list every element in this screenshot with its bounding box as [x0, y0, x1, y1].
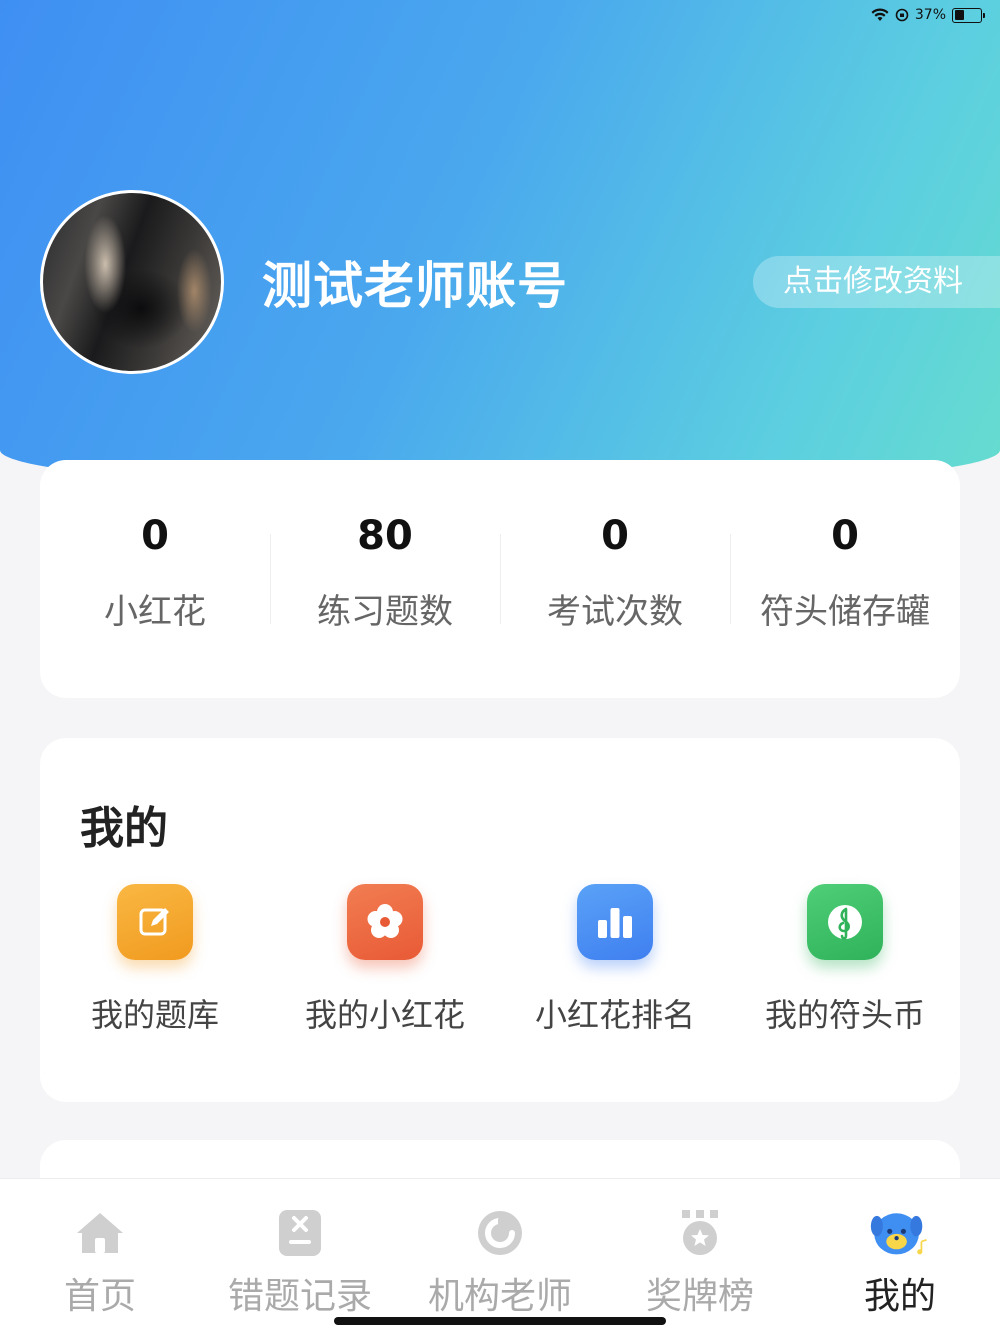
edit-profile-button[interactable]: 点击修改资料: [753, 256, 1000, 308]
tab-bar: 首页 错题记录 机构老师 奖牌榜 我的: [0, 1178, 1000, 1334]
home-icon: [70, 1203, 130, 1263]
treble-clef-icon: [807, 884, 883, 960]
home-indicator: [334, 1317, 666, 1325]
battery-icon: [952, 7, 985, 23]
wrong-record-icon: [270, 1203, 330, 1263]
tab-label: 奖牌榜: [645, 1276, 754, 1317]
stat-note-jar[interactable]: 0 符头储存罐: [730, 516, 960, 632]
stat-label: 符头储存罐: [760, 592, 930, 632]
tab-medal-ranking[interactable]: 奖牌榜: [600, 1179, 800, 1334]
tab-label: 我的: [863, 1276, 936, 1317]
stats-card: 0 小红花 80 练习题数 0 考试次数 0 符头储存罐: [40, 460, 960, 698]
tab-label: 机构老师: [427, 1276, 572, 1317]
edit-icon: [117, 884, 193, 960]
stat-label: 小红花: [104, 592, 206, 632]
tab-org-teacher[interactable]: 机构老师: [400, 1179, 600, 1334]
flower-icon: [347, 884, 423, 960]
feature-my-flowers[interactable]: 我的小红花: [270, 884, 500, 1036]
stat-exam-count[interactable]: 0 考试次数: [500, 516, 730, 632]
feature-label: 我的符头币: [764, 996, 925, 1034]
tab-mine[interactable]: 我的: [800, 1179, 1000, 1334]
my-section-card: 我的 我的题库 我的小红花 小红花排名 我的符头币: [40, 738, 960, 1102]
battery-percentage: 37%: [914, 7, 946, 23]
teacher-icon: [470, 1203, 530, 1263]
medal-icon: [670, 1203, 730, 1263]
tab-home[interactable]: 首页: [0, 1179, 200, 1334]
feature-grid: 我的题库 我的小红花 小红花排名 我的符头币: [40, 884, 960, 1036]
tab-label: 错题记录: [227, 1276, 372, 1317]
section-title: 我的: [80, 803, 168, 854]
stat-value: 0: [601, 513, 629, 559]
tab-wrong-records[interactable]: 错题记录: [200, 1179, 400, 1334]
bar-chart-icon: [577, 884, 653, 960]
wifi-icon: [871, 8, 889, 21]
status-bar: 37%: [871, 4, 985, 26]
stat-value: 0: [141, 513, 169, 559]
feature-note-coins[interactable]: 我的符头币: [730, 884, 960, 1036]
battery-level: [954, 10, 964, 20]
feature-my-question-bank[interactable]: 我的题库: [40, 884, 270, 1036]
feature-label: 小红花排名: [534, 996, 695, 1034]
feature-label: 我的小红花: [304, 996, 465, 1034]
mascot-icon: [870, 1203, 930, 1263]
feature-flower-ranking[interactable]: 小红花排名: [500, 884, 730, 1036]
username: 测试老师账号: [262, 257, 568, 315]
orientation-lock-icon: [895, 8, 909, 22]
stat-value: 80: [357, 513, 413, 559]
stat-value: 0: [831, 513, 859, 559]
stat-flowers[interactable]: 0 小红花: [40, 516, 270, 632]
stat-label: 练习题数: [317, 592, 453, 632]
stat-label: 考试次数: [547, 592, 683, 632]
avatar[interactable]: [40, 190, 224, 374]
feature-label: 我的题库: [90, 996, 219, 1034]
stat-practice-count[interactable]: 80 练习题数: [270, 516, 500, 632]
tab-label: 首页: [63, 1276, 136, 1317]
